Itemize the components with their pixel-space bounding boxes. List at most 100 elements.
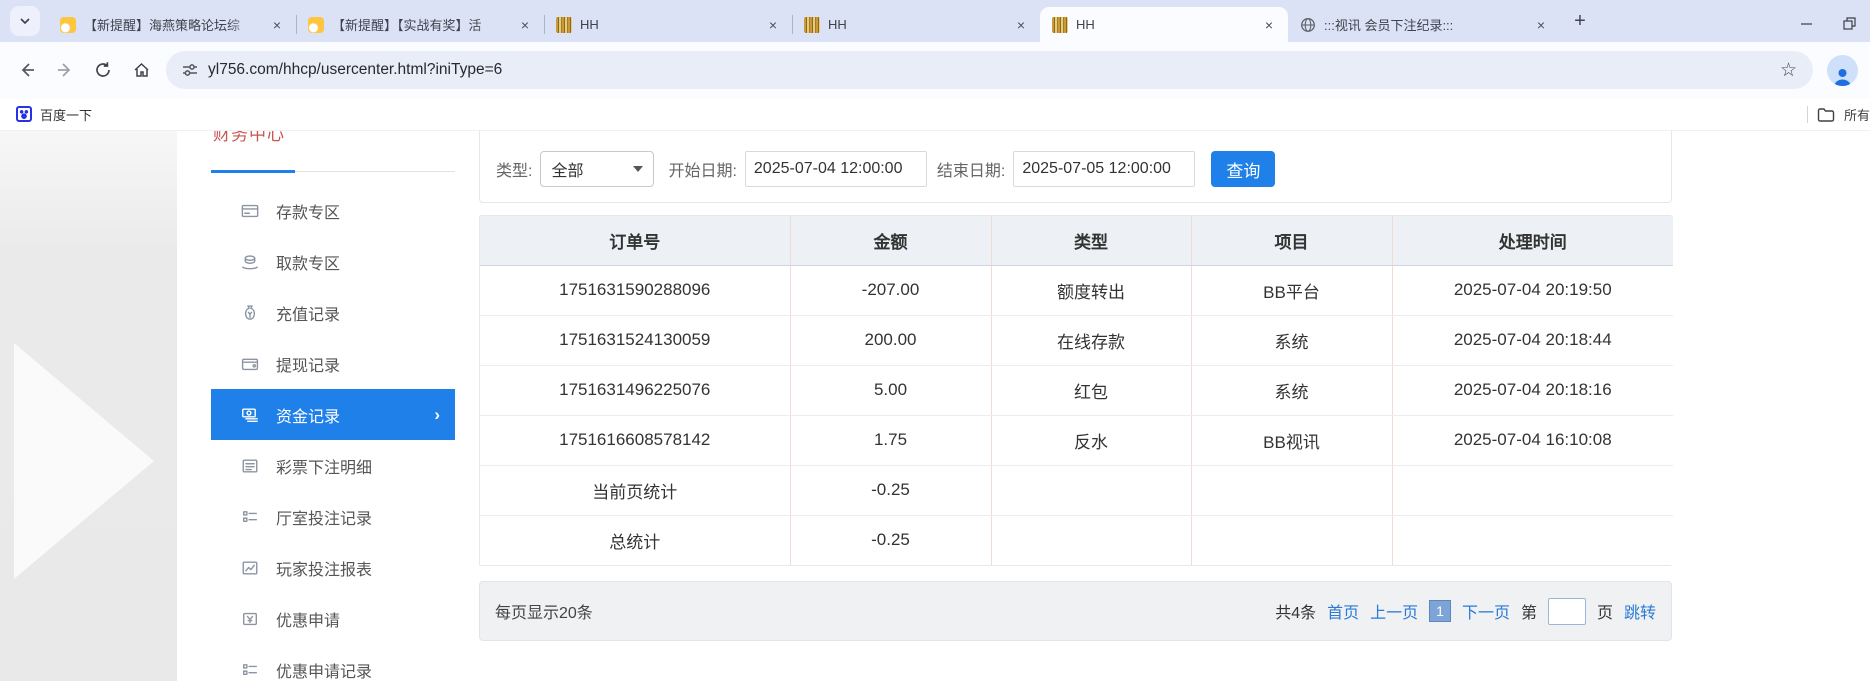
sidebar-item-money-bag[interactable]: 充值记录›: [211, 287, 455, 338]
reload-icon: [94, 61, 112, 79]
table-cell: 在线存款: [991, 315, 1191, 365]
sidebar-item-deposit-card[interactable]: 存款专区›: [211, 185, 455, 236]
sidebar-item-label: 彩票下注明细: [276, 454, 372, 478]
next-page-link[interactable]: 下一页: [1462, 599, 1510, 623]
url-text[interactable]: yl756.com/hhcp/usercenter.html?iniType=6: [208, 61, 502, 79]
person-icon: [1832, 67, 1853, 86]
sidebar-item-label: 优惠申请: [276, 607, 340, 631]
sidebar-item-withdraw-hand[interactable]: 取款专区›: [211, 236, 455, 287]
column-header: 处理时间: [1392, 216, 1673, 265]
tab-title: :::视讯 会员下注纪录:::: [1324, 15, 1524, 34]
tab-close-icon[interactable]: ×: [1532, 16, 1550, 34]
site-settings-icon[interactable]: [182, 62, 198, 78]
table-cell: 2025-07-04 20:18:44: [1392, 315, 1673, 365]
table-cell: [991, 465, 1191, 515]
back-button[interactable]: [8, 51, 46, 89]
start-date-label: 开始日期:: [668, 157, 736, 181]
table-cell: [1392, 465, 1673, 515]
table-cell: 系统: [1191, 365, 1392, 415]
table-cell: [1191, 465, 1392, 515]
table-row: 1751631524130059200.00在线存款系统2025-07-04 2…: [480, 315, 1673, 365]
select-caret-icon: [633, 166, 643, 172]
bookmark-star-icon[interactable]: ☆: [1780, 59, 1797, 82]
jump-link[interactable]: 跳转: [1624, 599, 1656, 623]
page-jump-input[interactable]: [1548, 598, 1586, 625]
table-cell: 1751631590288096: [480, 265, 790, 315]
table-cell: 当前页统计: [480, 465, 790, 515]
minimize-button[interactable]: [1800, 17, 1813, 30]
pagination-controls: 共4条 首页 上一页 1 下一页 第 页 跳转: [1275, 598, 1656, 625]
sidebar-item-label: 厅室投注记录: [276, 505, 372, 529]
money-bag-icon: [241, 304, 259, 322]
tab-close-icon[interactable]: ×: [1260, 16, 1278, 34]
query-button[interactable]: 查询: [1211, 151, 1275, 187]
baidu-favicon-icon: [16, 106, 32, 122]
type-select-value: 全部: [551, 157, 583, 181]
sidebar: 财务中心 存款专区›取款专区›充值记录›提现记录›资金记录›彩票下注明细›厅室投…: [211, 131, 455, 681]
minimize-icon: [1800, 17, 1813, 30]
column-header: 金额: [790, 216, 991, 265]
restore-button[interactable]: [1843, 17, 1856, 30]
browser-tab[interactable]: HH×: [544, 7, 792, 42]
forward-button[interactable]: [46, 51, 84, 89]
sidebar-item-wallet[interactable]: 提现记录›: [211, 338, 455, 389]
first-page-link[interactable]: 首页: [1327, 599, 1359, 623]
bookmark-baidu[interactable]: 百度一下: [16, 105, 92, 124]
all-bookmarks-button[interactable]: 所有: [1797, 98, 1870, 130]
address-bar[interactable]: yl756.com/hhcp/usercenter.html?iniType=6…: [166, 51, 1813, 89]
start-date-input[interactable]: [745, 151, 927, 187]
reload-button[interactable]: [84, 51, 122, 89]
sidebar-item-funds-active[interactable]: 资金记录›: [211, 389, 455, 440]
end-date-input[interactable]: [1013, 151, 1195, 187]
table-cell: 总统计: [480, 515, 790, 565]
browser-tab[interactable]: 【新提醒】海燕策略论坛综×: [48, 7, 296, 42]
sidebar-item-label: 玩家投注报表: [276, 556, 372, 580]
gold-hh-favicon-icon: [1052, 17, 1068, 33]
type-select[interactable]: 全部: [540, 151, 654, 187]
sidebar-item-label: 存款专区: [276, 199, 340, 223]
browser-tab[interactable]: 【新提醒】【实战有奖】活×: [296, 7, 544, 42]
browser-tab[interactable]: :::视讯 会员下注纪录:::×: [1288, 7, 1560, 42]
table-row: 17516314962250765.00红包系统2025-07-04 20:18…: [480, 365, 1673, 415]
tab-close-icon[interactable]: ×: [516, 16, 534, 34]
browser-tab[interactable]: HH×: [1040, 7, 1288, 42]
prev-page-link[interactable]: 上一页: [1370, 599, 1418, 623]
forward-icon: [56, 61, 74, 79]
sidebar-item-coupon[interactable]: 优惠申请›: [211, 593, 455, 644]
table-cell: 200.00: [790, 315, 991, 365]
sidebar-item-list-check[interactable]: 厅室投注记录›: [211, 491, 455, 542]
wallet-icon: [241, 355, 259, 373]
table-cell: 2025-07-04 20:19:50: [1392, 265, 1673, 315]
table-cell: -0.25: [790, 465, 991, 515]
tab-title: HH: [828, 17, 1004, 32]
back-icon: [18, 61, 36, 79]
new-tab-button[interactable]: +: [1566, 7, 1594, 35]
globe-favicon-icon: [1300, 17, 1316, 33]
chevron-down-icon: [19, 15, 31, 27]
sidebar-item-list[interactable]: 彩票下注明细›: [211, 440, 455, 491]
sidebar-item-label: 优惠申请记录: [276, 658, 372, 681]
withdraw-hand-icon: [241, 253, 259, 271]
tab-close-icon[interactable]: ×: [268, 16, 286, 34]
sidebar-item-chart[interactable]: 玩家投注报表›: [211, 542, 455, 593]
sidebar-item-label: 提现记录: [276, 352, 340, 376]
profile-avatar[interactable]: [1827, 55, 1858, 86]
sidebar-item-list-check[interactable]: 优惠申请记录›: [211, 644, 455, 681]
tab-list: 【新提醒】海燕策略论坛综×【新提醒】【实战有奖】活×HH×HH×HH×:::视讯…: [48, 0, 1560, 42]
table-cell: BB平台: [1191, 265, 1392, 315]
tab-close-icon[interactable]: ×: [764, 16, 782, 34]
filter-panel: 类型: 全部 开始日期: 结束日期: 查询: [479, 131, 1672, 203]
list-check-icon: [241, 661, 259, 679]
main-panel: 类型: 全部 开始日期: 结束日期: 查询 订单号金额类型项目处理时间 1751…: [479, 131, 1672, 641]
current-page-indicator[interactable]: 1: [1429, 600, 1451, 622]
home-button[interactable]: [122, 51, 160, 89]
browser-tab[interactable]: HH ×: [792, 7, 1040, 42]
end-date-label: 结束日期:: [937, 157, 1005, 181]
tab-close-icon[interactable]: ×: [1012, 16, 1030, 34]
sidebar-item-label: 充值记录: [276, 301, 340, 325]
restore-icon: [1843, 17, 1856, 30]
chevron-right-icon: ›: [434, 405, 440, 425]
coupon-icon: [241, 610, 259, 628]
bookmark-label: 百度一下: [40, 105, 92, 124]
tab-search-button[interactable]: [10, 6, 40, 36]
